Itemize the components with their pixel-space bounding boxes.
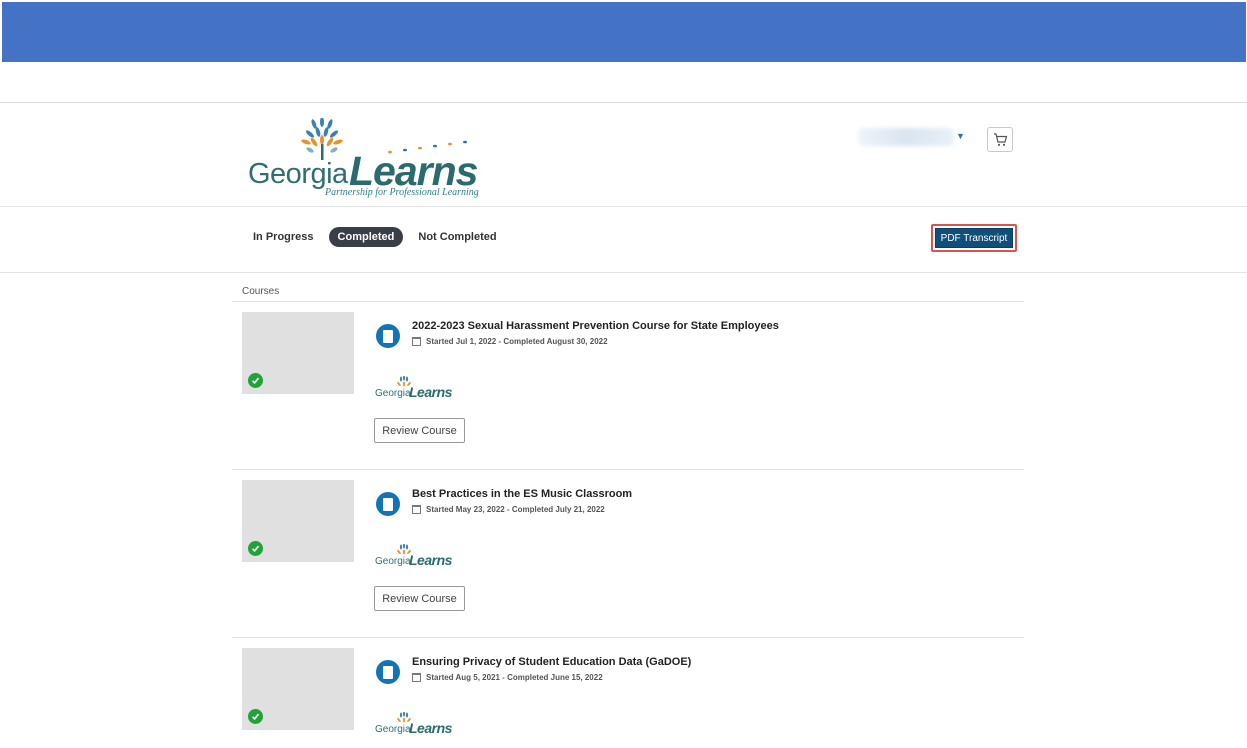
course-dates-text: Started May 23, 2022 - Completed July 21… [426,505,605,514]
document-icon [376,324,400,348]
course-item: Best Practices in the ES Music Classroom… [232,470,1024,638]
document-icon [376,660,400,684]
provider-logo: Georgia Learns [375,712,457,740]
user-name-blurred[interactable] [858,128,954,146]
cart-button[interactable] [987,127,1013,152]
course-title[interactable]: 2022-2023 Sexual Harassment Prevention C… [412,320,779,332]
course-dates: Started Aug 5, 2021 - Completed June 15,… [412,673,603,682]
provider-logo: Georgia Learns [375,376,457,404]
course-item: 2022-2023 Sexual Harassment Prevention C… [232,302,1024,470]
tab-completed[interactable]: Completed [328,227,404,247]
course-title[interactable]: Ensuring Privacy of Student Education Da… [412,656,691,668]
provider-logo-learns: Learns [409,720,452,736]
divider [0,206,1247,207]
divider [0,272,1247,273]
calendar-icon [412,505,421,514]
document-icon [376,492,400,516]
review-course-button[interactable]: Review Course [374,586,465,611]
course-title[interactable]: Best Practices in the ES Music Classroom [412,488,632,500]
provider-logo-learns: Learns [409,552,452,568]
course-dates: Started Jul 1, 2022 - Completed August 3… [412,337,608,346]
divider [0,102,1247,103]
chevron-down-icon[interactable]: ▼ [956,131,965,141]
check-circle-icon [248,373,263,388]
pdf-transcript-button[interactable]: PDF Transcript [935,228,1013,248]
course-item: Ensuring Privacy of Student Education Da… [232,638,1024,748]
course-dates-text: Started Jul 1, 2022 - Completed August 3… [426,337,608,346]
calendar-icon [412,337,421,346]
course-dates: Started May 23, 2022 - Completed July 21… [412,505,605,514]
provider-logo-georgia: Georgia [375,724,411,735]
check-circle-icon [248,541,263,556]
georgia-learns-logo[interactable]: Georgia Learns Partnership for Professio… [248,118,488,202]
logo-tagline: Partnership for Professional Learning [325,187,479,198]
provider-logo: Georgia Learns [375,544,457,572]
course-thumbnail[interactable] [242,648,354,730]
tab-not-completed[interactable]: Not Completed [409,227,505,247]
top-header-bar [2,2,1246,62]
course-status-tabs: In Progress Completed Not Completed [244,227,512,247]
provider-logo-georgia: Georgia [375,388,411,399]
review-course-button[interactable]: Review Course [374,418,465,443]
courses-section-label: Courses [242,286,280,297]
pdf-transcript-highlight: PDF Transcript [931,224,1017,252]
calendar-icon [412,673,421,682]
tab-in-progress[interactable]: In Progress [244,227,323,247]
course-thumbnail[interactable] [242,312,354,394]
provider-logo-georgia: Georgia [375,556,411,567]
course-dates-text: Started Aug 5, 2021 - Completed June 15,… [426,673,603,682]
cart-icon [993,132,1007,146]
check-circle-icon [248,709,263,724]
course-thumbnail[interactable] [242,480,354,562]
provider-logo-learns: Learns [409,384,452,400]
